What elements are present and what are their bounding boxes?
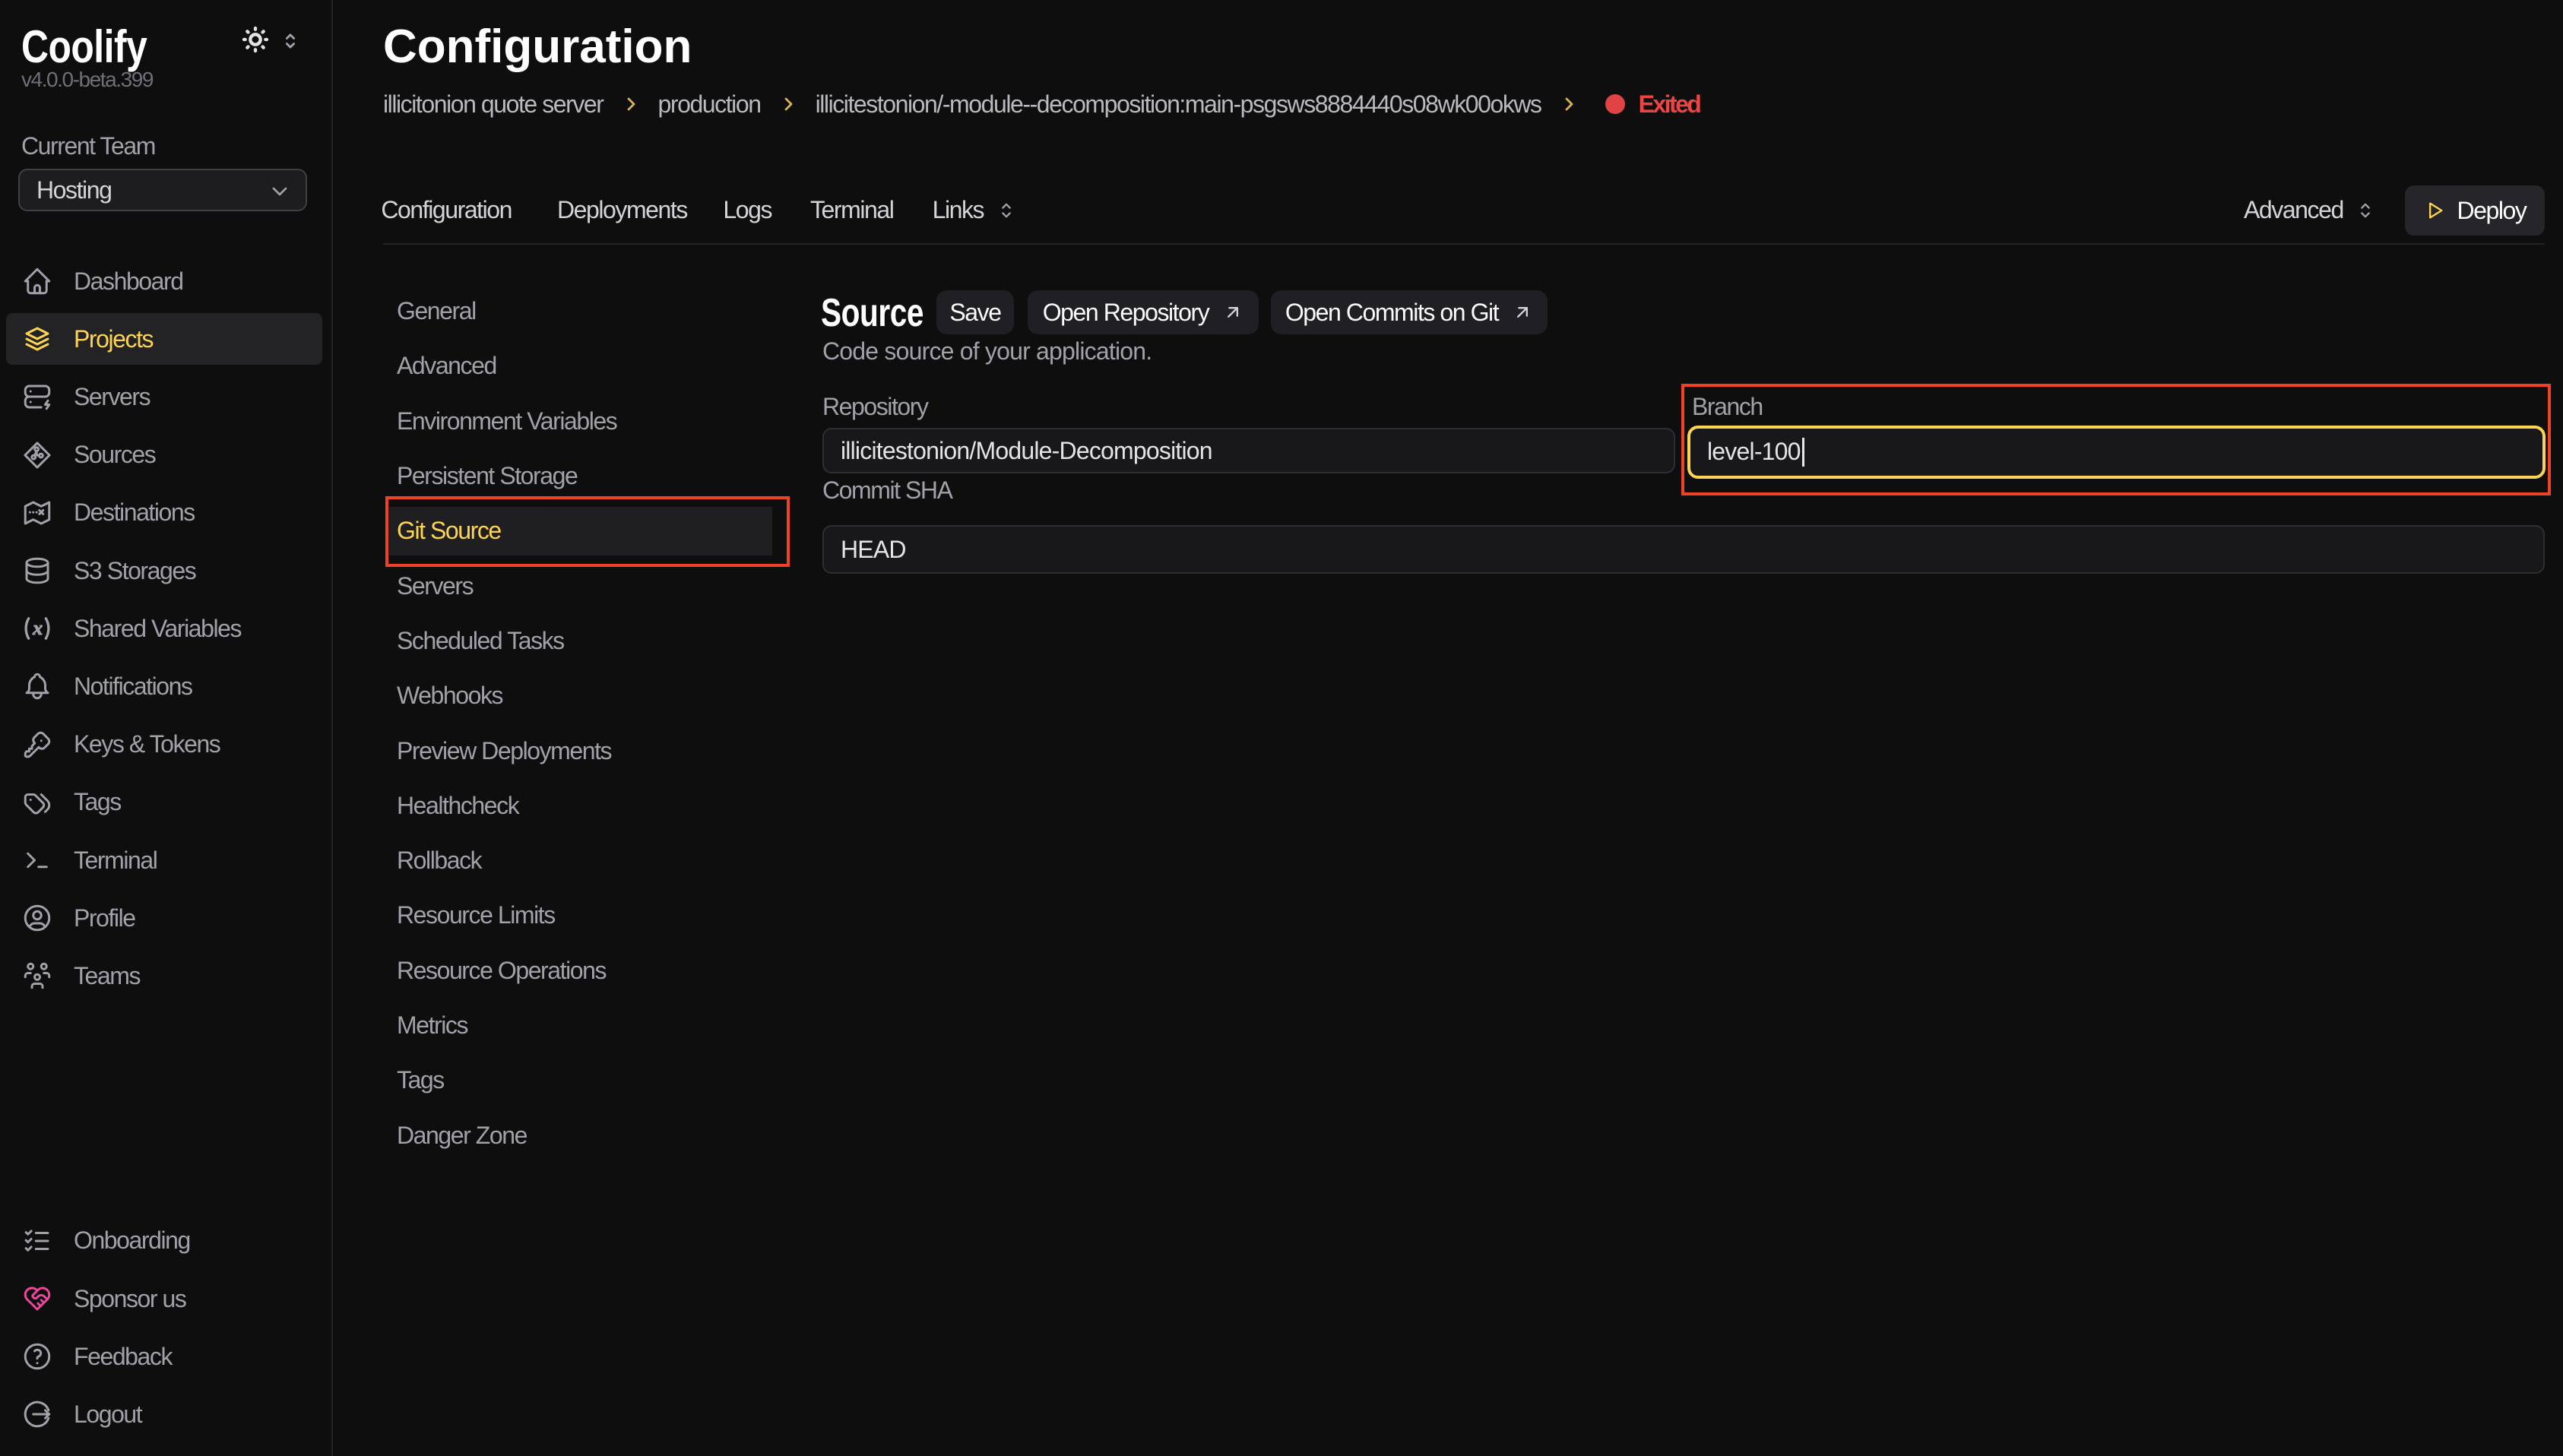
svg-text:x: x: [32, 617, 43, 639]
